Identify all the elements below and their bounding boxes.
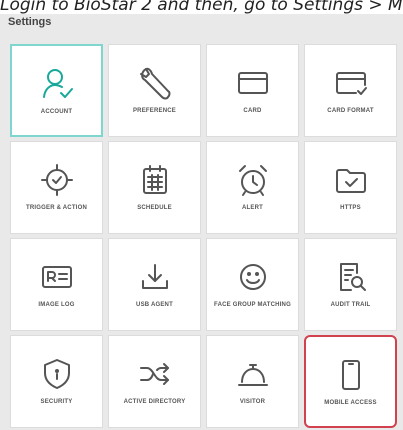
mobile-phone-icon: [333, 357, 369, 393]
tile-label: SCHEDULE: [137, 205, 172, 211]
bell-icon: [235, 356, 271, 392]
id-card-icon: [39, 259, 75, 295]
calendar-icon: [137, 162, 173, 198]
tile-label: TRIGGER & ACTION: [26, 205, 87, 211]
tile-active-directory[interactable]: ACTIVE DIRECTORY: [108, 335, 201, 428]
settings-grid: ACCOUNT PREFERENCE CARD CARD FORMAT TRIG: [10, 44, 403, 430]
tile-label: ACTIVE DIRECTORY: [123, 399, 186, 405]
tile-usb-agent[interactable]: USB AGENT: [108, 238, 201, 331]
settings-panel: Settings ACCOUNT PREFERENCE CARD CARD FO…: [0, 14, 403, 430]
tile-label: PREFERENCE: [132, 108, 176, 114]
tile-https[interactable]: HTTPS: [304, 141, 397, 234]
instruction-caption: Login to BioStar 2 and then, go to Setti…: [0, 0, 403, 14]
tile-label: ALERT: [242, 205, 263, 211]
tile-preference[interactable]: PREFERENCE: [108, 44, 201, 137]
tile-label: MOBILE ACCESS: [324, 400, 377, 406]
tile-card[interactable]: CARD: [206, 44, 299, 137]
tile-security[interactable]: SECURITY: [10, 335, 103, 428]
tile-label: CARD FORMAT: [327, 108, 374, 114]
tile-alert[interactable]: ALERT: [206, 141, 299, 234]
tile-label: CARD: [243, 108, 262, 114]
tile-label: ACCOUNT: [40, 109, 73, 115]
tile-face-group-matching[interactable]: FACE GROUP MATCHING: [206, 238, 299, 331]
card-icon: [235, 65, 271, 101]
download-icon: [137, 259, 173, 295]
shuffle-icon: [137, 356, 173, 392]
tile-label: VISITOR: [239, 399, 266, 405]
wrench-icon: [137, 65, 173, 101]
tile-label: FACE GROUP MATCHING: [214, 302, 291, 308]
tile-label: AUDIT TRAIL: [330, 302, 371, 308]
target-icon: [39, 162, 75, 198]
shield-icon: [39, 356, 75, 392]
tile-account[interactable]: ACCOUNT: [10, 44, 103, 137]
document-search-icon: [333, 259, 369, 295]
page-title: Settings: [8, 16, 52, 28]
tile-label: IMAGE LOG: [38, 302, 75, 308]
tile-label: HTTPS: [340, 205, 361, 211]
alarm-clock-icon: [235, 162, 271, 198]
folder-check-icon: [333, 162, 369, 198]
tile-label: SECURITY: [40, 399, 73, 405]
card-format-icon: [333, 65, 369, 101]
account-icon: [39, 66, 75, 102]
tile-card-format[interactable]: CARD FORMAT: [304, 44, 397, 137]
smiley-icon: [235, 259, 271, 295]
tile-image-log[interactable]: IMAGE LOG: [10, 238, 103, 331]
tile-label: USB AGENT: [136, 302, 173, 308]
tile-mobile-access[interactable]: MOBILE ACCESS: [304, 335, 397, 428]
tile-audit-trail[interactable]: AUDIT TRAIL: [304, 238, 397, 331]
tile-visitor[interactable]: VISITOR: [206, 335, 299, 428]
tile-trigger-action[interactable]: TRIGGER & ACTION: [10, 141, 103, 234]
tile-schedule[interactable]: SCHEDULE: [108, 141, 201, 234]
